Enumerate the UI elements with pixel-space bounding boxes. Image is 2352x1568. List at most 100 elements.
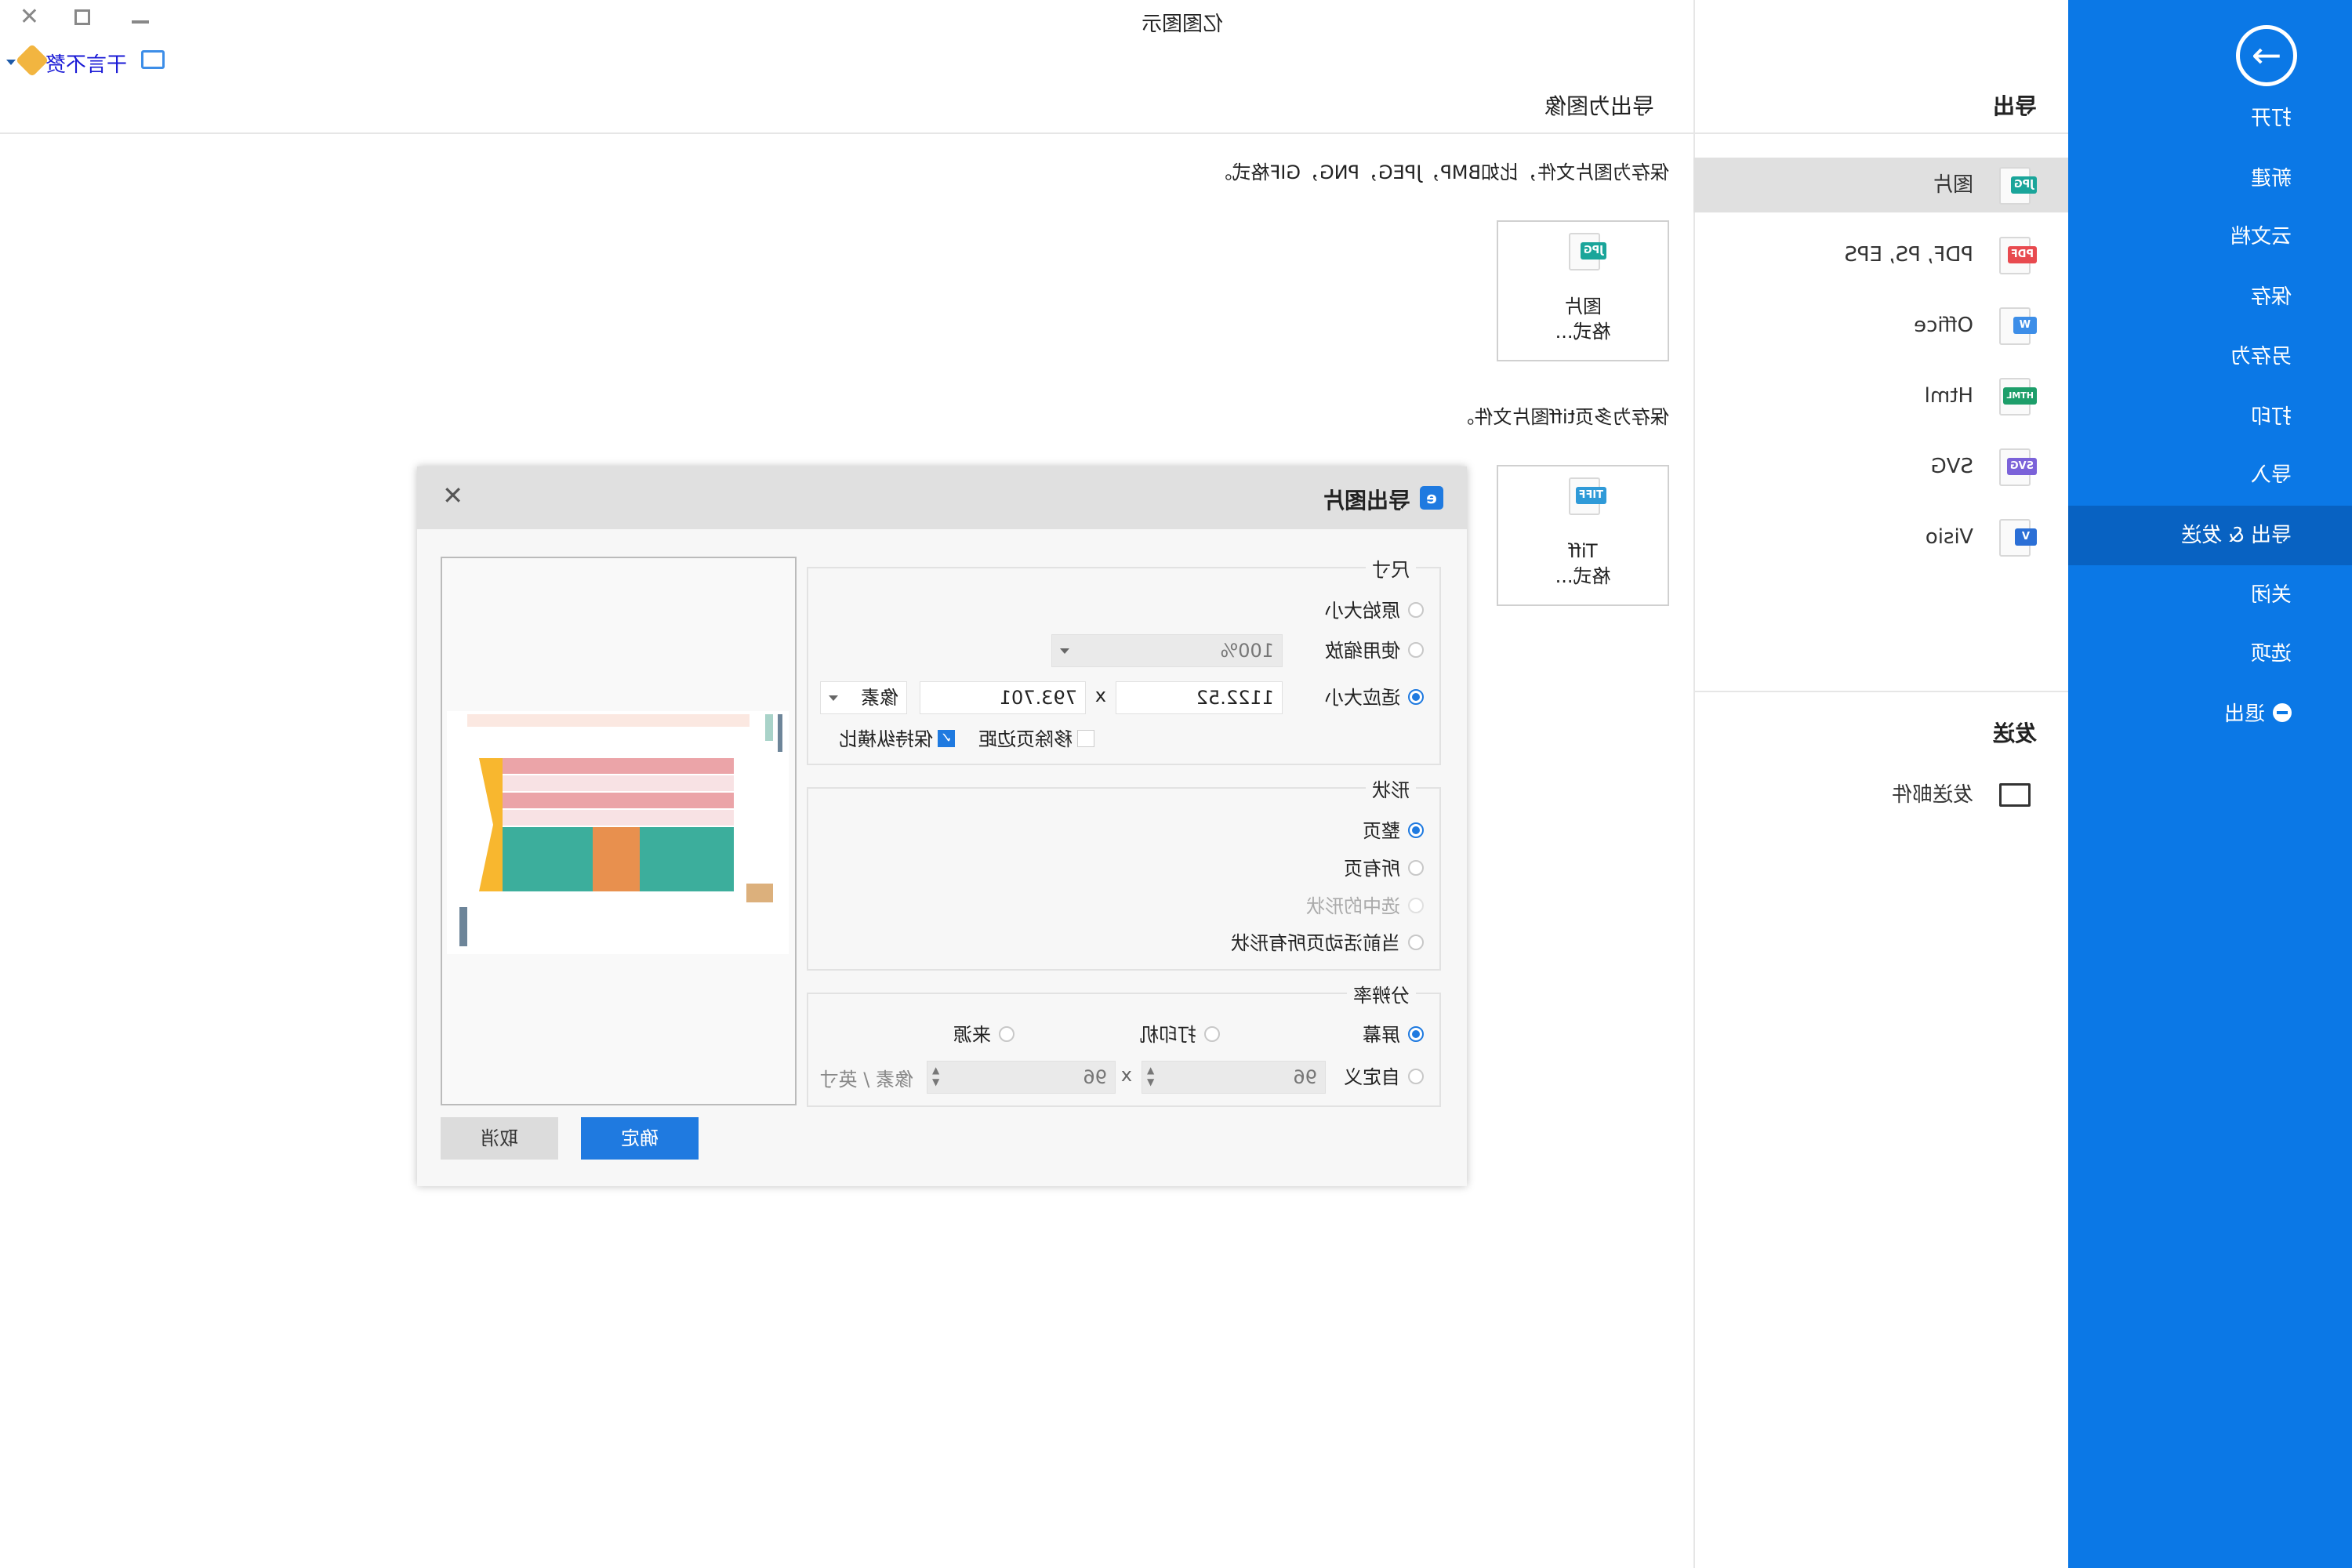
source-radio[interactable]: 来源	[953, 1022, 1014, 1048]
html-file-icon: HTML	[1999, 378, 2037, 416]
screen-radio[interactable]: 屏幕	[1363, 1022, 1424, 1048]
export-preview	[441, 557, 797, 1105]
active-page-shapes-radio[interactable]: 当前活动页所有形状	[1231, 930, 1424, 956]
sidebar-item-open[interactable]: 打开	[2068, 89, 2352, 148]
divider	[1693, 691, 2068, 692]
radio[interactable]	[1408, 1069, 1424, 1084]
width-input[interactable]: 1122.52	[1116, 681, 1283, 714]
size-group-label: 尺寸	[1366, 554, 1416, 582]
dialog-header: e 导出图片 ✕	[417, 466, 1467, 529]
close-window-button[interactable]: ✕	[20, 3, 39, 31]
chevron-down-icon	[829, 695, 838, 701]
sidebar-item-new[interactable]: 新建	[2068, 149, 2352, 209]
ok-button[interactable]: 确定	[581, 1117, 699, 1160]
checkbox-label: 保持纵横比	[839, 728, 933, 750]
back-arrow-icon[interactable]: →	[2236, 25, 2297, 86]
radio[interactable]	[1408, 642, 1424, 658]
sidebar-item-exit[interactable]: 退出	[2068, 684, 2352, 744]
sidebar-item-close[interactable]: 关闭	[2068, 565, 2352, 625]
badge: JPG	[2010, 176, 2037, 194]
sidebar-item-options[interactable]: 选项	[2068, 624, 2352, 684]
radio[interactable]	[1408, 822, 1424, 838]
zoom-select[interactable]: 100%	[1051, 634, 1283, 667]
radio[interactable]	[1408, 860, 1424, 876]
dpi-y-value: 96	[1083, 1066, 1107, 1088]
radio-label: 自定义	[1344, 1066, 1400, 1088]
format-label: SVG	[1930, 455, 1973, 478]
exit-icon	[2273, 702, 2292, 722]
sidebar-item-import[interactable]: 导入	[2068, 445, 2352, 505]
whole-page-radio[interactable]: 整页	[1363, 818, 1424, 844]
times-sign: x	[1120, 1064, 1132, 1086]
tiff-file-icon: TIFF	[1569, 477, 1606, 515]
sidebar-item-label: 另存为	[2230, 345, 2292, 368]
radio-label: 来源	[953, 1024, 991, 1046]
sidebar-item-save[interactable]: 保存	[2068, 267, 2352, 327]
keep-ratio-checkbox[interactable]: ✓ 保持纵横比	[839, 726, 955, 753]
remove-margin-checkbox[interactable]: 移除页边距	[978, 726, 1094, 753]
tiff-format-card[interactable]: TIFF Tiff 格式...	[1497, 465, 1669, 606]
sidebar-item-print[interactable]: 打印	[2068, 387, 2352, 447]
dpi-x-spinner[interactable]: 96 ▲ ▼	[1142, 1061, 1326, 1094]
minimize-button[interactable]	[132, 20, 149, 24]
sidebar-item-save-as[interactable]: 另存为	[2068, 327, 2352, 387]
checkbox-label: 移除页边距	[978, 728, 1073, 750]
vip-badge-icon	[15, 43, 49, 78]
send-email-item[interactable]: 发送邮件	[1693, 768, 2068, 822]
radio[interactable]	[1408, 689, 1424, 705]
radio[interactable]	[1408, 935, 1424, 950]
radio-label: 选中的形状	[1306, 895, 1400, 917]
dpi-y-spinner[interactable]: 96 ▲ ▼	[927, 1061, 1116, 1094]
sidebar-item-cloud[interactable]: 云文档	[2068, 207, 2352, 267]
original-size-radio[interactable]: 原始大小	[1325, 597, 1424, 624]
zoom-value: 100%	[1220, 640, 1274, 662]
dialog-title: 导出图片	[1322, 488, 1410, 514]
mail-icon	[1999, 783, 2031, 807]
chevron-down-icon	[1060, 648, 1069, 654]
dpi-x-value: 96	[1293, 1066, 1317, 1088]
printer-radio[interactable]: 打印机	[1140, 1022, 1220, 1048]
format-item-visio[interactable]: V Visio	[1693, 510, 2068, 564]
format-item-pdf[interactable]: PDF PDF, PS, EPS	[1693, 227, 2068, 282]
format-item-html[interactable]: HTML Html	[1693, 368, 2068, 423]
spinner-arrows-icon[interactable]: ▲ ▼	[932, 1065, 939, 1088]
radio[interactable]	[1408, 1026, 1424, 1042]
fit-size-radio[interactable]: 适应大小	[1325, 684, 1424, 711]
user-name[interactable]: 干言不赘	[45, 49, 127, 78]
format-label: 图片	[1932, 173, 1973, 197]
spinner-arrows-icon[interactable]: ▲ ▼	[1147, 1065, 1154, 1088]
card-label: 图片	[1564, 296, 1602, 318]
radio[interactable]	[1204, 1026, 1220, 1042]
checkbox[interactable]	[1077, 730, 1094, 747]
unit-select[interactable]: 像素	[820, 681, 907, 714]
restore-button[interactable]	[74, 9, 90, 25]
card-sublabel: 格式...	[1555, 321, 1611, 343]
cancel-button[interactable]: 取消	[441, 1117, 558, 1160]
badge: V	[2014, 528, 2037, 546]
dialog-close-button[interactable]: ✕	[442, 481, 463, 510]
dpi-unit-label: 像素 / 英寸	[819, 1069, 913, 1091]
send-email-label: 发送邮件	[1891, 783, 1973, 807]
sidebar-item-export-send[interactable]: 导出 & 发送	[2068, 506, 2352, 565]
format-item-svg[interactable]: SVG SVG	[1693, 439, 2068, 494]
height-input[interactable]: 793.701	[920, 681, 1086, 714]
use-zoom-radio[interactable]: 使用缩放	[1325, 637, 1424, 664]
user-dropdown-caret[interactable]	[6, 60, 16, 65]
badge: SVG	[2006, 458, 2037, 475]
custom-radio[interactable]: 自定义	[1344, 1064, 1424, 1091]
radio-label: 使用缩放	[1325, 640, 1400, 662]
height-value: 793.701	[999, 687, 1077, 709]
checkbox-checked[interactable]: ✓	[938, 730, 955, 747]
backstage-sidebar: → 打开 新建 云文档 保存 另存为 打印 导入 导出 & 发送 关闭 选项 退…	[2068, 0, 2352, 1568]
image-description: 保存为图片文件，比如BMP，JPEG，PNG，GIF格式。	[1213, 162, 1669, 183]
radio[interactable]	[999, 1026, 1014, 1042]
feedback-icon[interactable]	[141, 50, 165, 69]
radio[interactable]	[1408, 602, 1424, 618]
all-pages-radio[interactable]: 所有页	[1344, 855, 1424, 882]
window-title: 亿图图示	[1141, 13, 1223, 36]
format-item-office[interactable]: W Office	[1693, 298, 2068, 353]
format-item-image[interactable]: JPG 图片	[1693, 158, 2068, 212]
sidebar-item-label: 打开	[2250, 107, 2292, 130]
radio-label: 原始大小	[1325, 600, 1400, 622]
image-format-card[interactable]: JPG 图片 格式...	[1497, 220, 1669, 361]
